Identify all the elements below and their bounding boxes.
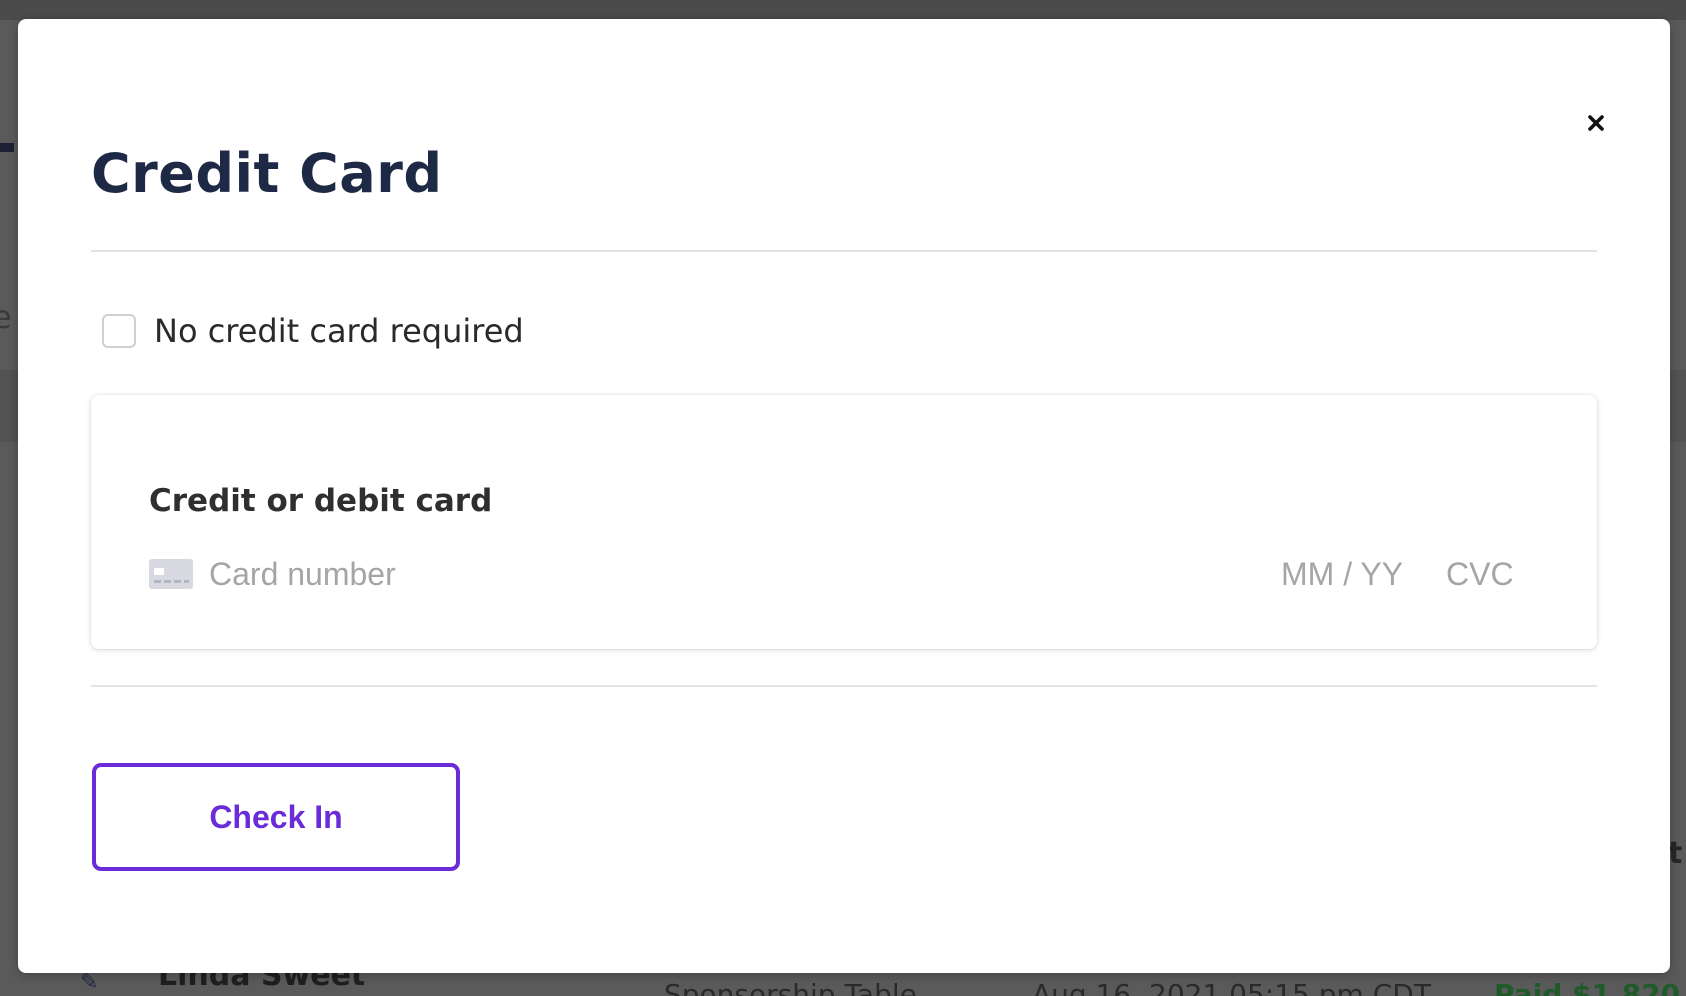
no-card-required-option[interactable]: No credit card required [102,311,524,351]
divider [91,250,1597,252]
background-edge-text-left: e [0,298,12,336]
card-payment-box: Credit or debit card [91,395,1597,649]
no-card-required-label: No credit card required [154,312,524,350]
no-card-required-checkbox[interactable] [102,314,136,348]
credit-card-icon [149,559,193,589]
card-number-input[interactable] [209,551,909,597]
pencil-icon: ✎ [80,970,99,995]
close-button[interactable] [1578,105,1614,141]
background-edge-text-right: t [1668,836,1683,871]
card-cvc-input[interactable] [1446,551,1536,597]
modal-title: Credit Card [91,142,443,205]
background-row-date: Aug 16, 2021 05:15 pm CDT [1032,978,1431,996]
check-in-button[interactable]: Check In [92,763,460,871]
background-tab-indicator [0,143,14,152]
card-expiry-input[interactable] [1281,551,1419,597]
credit-card-modal: Credit Card No credit card required Cred… [18,19,1670,973]
background-row-item: Sponsorship Table [664,978,917,996]
background-row-payment: Paid $1,820 [1494,978,1681,996]
divider [91,685,1597,687]
close-icon [1588,115,1604,131]
card-form-heading: Credit or debit card [149,483,493,519]
